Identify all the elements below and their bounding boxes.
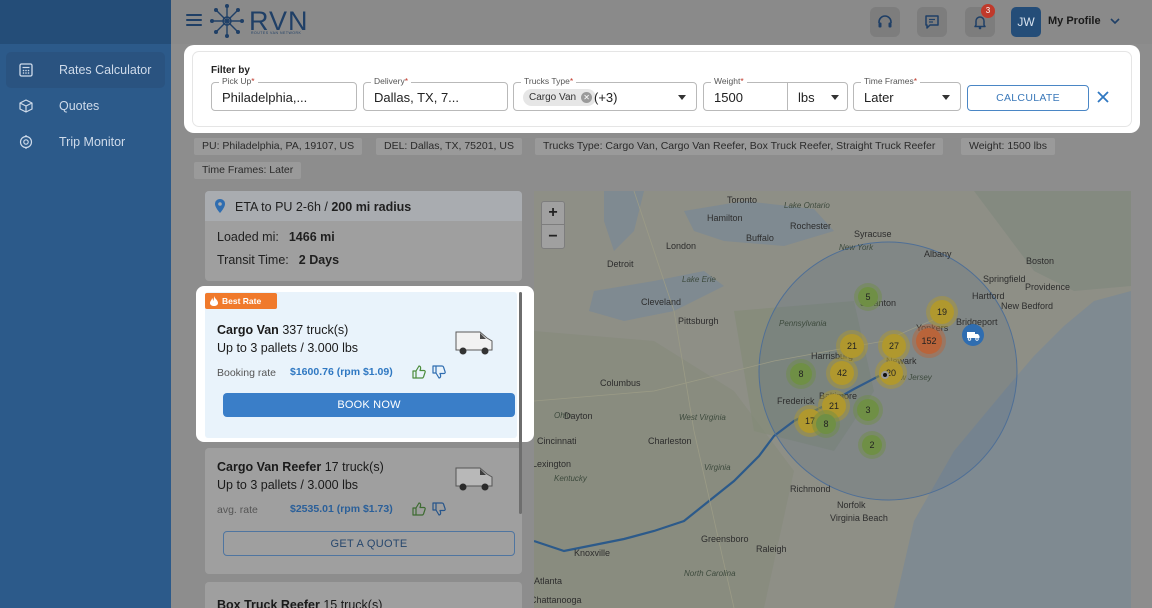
book-now-button[interactable]: BOOK NOW	[223, 393, 515, 417]
sidebar-item-label: Rates Calculator	[59, 63, 152, 77]
best-rate-tag: Best Rate	[205, 293, 277, 309]
close-icon[interactable]	[1096, 90, 1110, 104]
result-title: Box Truck Reefer 15 truck(s)	[217, 598, 383, 608]
result-capacity: Up to 3 pallets / 3.000 lbs	[217, 478, 359, 492]
pickup-location-dot[interactable]	[881, 371, 889, 379]
notification-count-badge: 3	[981, 4, 995, 18]
weight-value: 1500	[714, 90, 743, 105]
weight-unit-select[interactable]: lbs	[798, 90, 815, 105]
calculate-button[interactable]: CALCULATE	[967, 85, 1089, 111]
avatar[interactable]: JW	[1011, 7, 1041, 37]
chat-icon	[925, 15, 939, 29]
map-zoom-controls: + −	[541, 201, 565, 249]
support-button[interactable]	[870, 7, 900, 37]
zoom-out-button[interactable]: −	[542, 225, 564, 248]
delivery-value: Dallas, TX, 7...	[374, 90, 460, 105]
truck-cluster-marker[interactable]: 3	[857, 399, 879, 421]
headset-icon	[878, 15, 892, 28]
pickup-value: Philadelphia,...	[222, 90, 308, 105]
profile-menu-label[interactable]: My Profile	[1048, 15, 1101, 27]
logo[interactable]: RVN ROUTES VAN NETWORK	[209, 3, 309, 39]
weight-divider	[787, 83, 788, 110]
thumbs-down-icon[interactable]	[432, 365, 446, 379]
sidebar-item-rates-calculator[interactable]: Rates Calculator	[6, 52, 165, 88]
menu-icon[interactable]	[186, 14, 202, 26]
rating-controls	[412, 365, 446, 379]
truck-cluster-marker[interactable]: 8	[816, 414, 836, 434]
delivery-label: Delivery*	[371, 76, 412, 86]
logo-tagline: ROUTES VAN NETWORK	[251, 31, 302, 35]
summary-chip-weight: Weight: 1500 lbs	[961, 138, 1056, 155]
result-capacity: Up to 3 pallets / 3.000 lbs	[217, 341, 359, 355]
truck-cluster-marker[interactable]: 21	[840, 334, 864, 358]
rate-value: $1600.76 (rpm $1.09)	[290, 366, 393, 378]
sidebar-item-label: Quotes	[59, 99, 100, 113]
messages-button[interactable]	[917, 7, 947, 37]
truck-cluster-marker[interactable]: 152	[916, 328, 942, 354]
sidebar-item-quotes[interactable]: Quotes	[6, 88, 165, 124]
sidebar-item-label: Trip Monitor	[59, 135, 126, 149]
eta-summary: ETA to PU 2-6h / 200 mi radius	[235, 200, 412, 214]
pickup-field[interactable]: Pick Up* Philadelphia,...	[211, 76, 357, 111]
truck-cluster-marker[interactable]: 8	[790, 363, 812, 385]
summary-chip-trucks: Trucks Type: Cargo Van, Cargo Van Reefer…	[535, 138, 944, 155]
filter-title: Filter by	[211, 65, 250, 76]
trucks-type-label: Trucks Type*	[521, 76, 577, 86]
chevron-down-icon[interactable]	[1110, 16, 1120, 26]
cube-icon	[6, 99, 46, 113]
results-scrollbar[interactable]	[519, 292, 522, 514]
summary-chip-delivery: DEL: Dallas, TX, 75201, US	[376, 138, 522, 155]
trucks-type-select[interactable]: Trucks Type* Cargo Van ✕ (+3)	[513, 76, 697, 111]
delivery-field[interactable]: Delivery* Dallas, TX, 7...	[363, 76, 508, 111]
thumbs-up-icon[interactable]	[412, 502, 426, 516]
pickup-label: Pick Up*	[219, 76, 258, 86]
rate-value: $2535.01 (rpm $1.73)	[290, 503, 393, 515]
time-frames-select[interactable]: Time Frames* Later	[853, 76, 961, 111]
time-frames-value: Later	[864, 90, 894, 105]
cargo-van-reefer-icon	[455, 467, 493, 491]
truck-location-pin-icon[interactable]	[961, 323, 985, 347]
get-quote-button[interactable]: GET A QUOTE	[223, 531, 515, 556]
time-frames-label: Time Frames*	[861, 76, 921, 86]
zoom-in-button[interactable]: +	[542, 202, 564, 225]
caret-down-icon	[831, 95, 839, 100]
summary-chip-time-frames: Time Frames: Later	[194, 162, 302, 179]
notifications-button[interactable]: 3	[965, 4, 995, 37]
rate-label: Booking rate	[217, 367, 276, 379]
truck-cluster-marker[interactable]: 2	[862, 435, 882, 455]
location-target-icon	[6, 135, 46, 149]
map[interactable]: Toronto Hamilton Lake Ontario Rochester …	[534, 191, 1131, 608]
result-title: Cargo Van Reefer 17 truck(s)	[217, 460, 384, 474]
calculator-icon	[6, 63, 46, 77]
weight-field[interactable]: Weight* 1500 lbs	[703, 76, 848, 111]
truck-cluster-marker[interactable]: 27	[882, 334, 906, 358]
caret-down-icon	[678, 95, 686, 100]
sidebar-header	[0, 0, 171, 44]
summary-chip-pickup: PU: Philadelphia, PA, 19107, US	[194, 138, 363, 155]
weight-label: Weight*	[711, 76, 747, 86]
trucks-type-more-count: (+3)	[594, 90, 618, 105]
cargo-van-icon	[455, 331, 493, 355]
result-title: Cargo Van 337 truck(s)	[217, 323, 349, 337]
truck-cluster-marker[interactable]: 42	[830, 361, 854, 385]
truck-type-chip[interactable]: Cargo Van ✕	[523, 89, 597, 106]
thumbs-up-icon[interactable]	[412, 365, 426, 379]
thumbs-down-icon[interactable]	[432, 502, 446, 516]
transit-time: Transit Time: 2 Days	[217, 253, 340, 267]
loaded-miles: Loaded mi: 1466 mi	[217, 230, 335, 244]
rating-controls	[412, 502, 446, 516]
sidebar-item-trip-monitor[interactable]: Trip Monitor	[6, 124, 165, 160]
truck-cluster-marker[interactable]: 19	[930, 300, 954, 324]
rate-label: avg. rate	[217, 504, 258, 516]
logo-network-icon	[210, 4, 244, 38]
caret-down-icon	[942, 95, 950, 100]
truck-cluster-marker[interactable]: 5	[858, 287, 878, 307]
chip-remove-icon[interactable]: ✕	[581, 92, 593, 103]
map-pin-icon	[215, 199, 225, 213]
fire-icon	[210, 296, 218, 306]
